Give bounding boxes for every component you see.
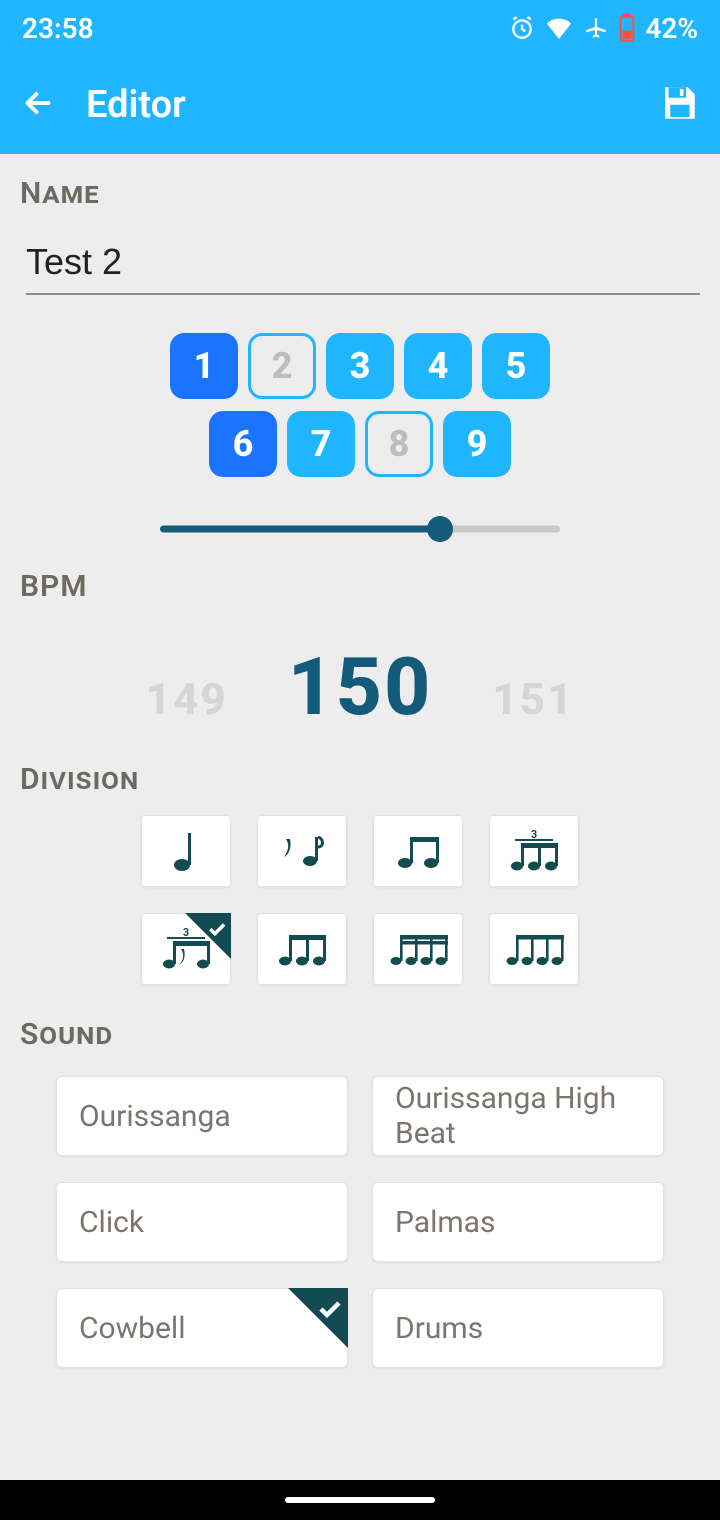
- bpm-prev: 149: [146, 673, 228, 725]
- four-sixteenths-b-icon: [502, 929, 566, 969]
- name-input[interactable]: [26, 235, 700, 295]
- sound-label: Drums: [395, 1311, 483, 1346]
- sound-option-palmas[interactable]: Palmas: [372, 1182, 664, 1262]
- sound-grid: Ourissanga Ourissanga High Beat Click Palma…: [20, 1076, 700, 1368]
- nav-pill[interactable]: [285, 1497, 435, 1503]
- app-bar: Editor: [0, 56, 720, 154]
- selected-check-icon: [185, 913, 231, 959]
- beats-selector: 12345 6789: [20, 333, 700, 477]
- beats-slider[interactable]: [160, 517, 560, 541]
- sound-option-ourissanga[interactable]: Ourissanga: [56, 1076, 348, 1156]
- sound-label: Cowbell: [79, 1311, 186, 1346]
- division-option-rest-eighth[interactable]: [257, 815, 347, 887]
- division-option-four-sixteenths-a[interactable]: [373, 913, 463, 985]
- selected-check-icon: [288, 1288, 348, 1348]
- beat-button-5[interactable]: 5: [482, 333, 550, 399]
- bpm-next: 151: [492, 673, 574, 725]
- three-eighths-icon: [273, 929, 331, 969]
- sound-label: Palmas: [395, 1205, 496, 1240]
- status-bar: 23:58 42%: [0, 0, 720, 56]
- back-button[interactable]: [20, 85, 56, 125]
- bpm-section-label: BPM: [20, 569, 700, 604]
- airplane-icon: [583, 15, 609, 41]
- battery-icon: [619, 14, 635, 42]
- status-battery: 42%: [645, 12, 698, 45]
- rest-eighth-icon: [280, 831, 324, 871]
- bpm-picker[interactable]: 149 150 151: [20, 640, 700, 734]
- sound-option-drums[interactable]: Drums: [372, 1288, 664, 1368]
- division-grid: 33: [20, 815, 700, 985]
- wifi-icon: [545, 17, 573, 39]
- beat-button-6[interactable]: 6: [209, 411, 277, 477]
- beat-button-7[interactable]: 7: [287, 411, 355, 477]
- beat-button-4[interactable]: 4: [404, 333, 472, 399]
- page-title: Editor: [86, 83, 628, 127]
- sound-option-click[interactable]: Click: [56, 1182, 348, 1262]
- status-icons: 42%: [509, 12, 698, 45]
- beat-button-8[interactable]: 8: [365, 411, 433, 477]
- arrow-left-icon: [20, 85, 56, 121]
- status-time: 23:58: [22, 12, 94, 45]
- save-button[interactable]: [658, 82, 700, 128]
- bpm-current: 150: [288, 640, 432, 734]
- sound-section-label: Sound: [20, 1017, 700, 1052]
- beat-button-3[interactable]: 3: [326, 333, 394, 399]
- four-sixteenths-a-icon: [386, 929, 450, 969]
- beat-button-2[interactable]: 2: [248, 333, 316, 399]
- beat-button-9[interactable]: 9: [443, 411, 511, 477]
- division-option-swing-triplet[interactable]: 3: [141, 913, 231, 985]
- division-option-triplet[interactable]: 3: [489, 815, 579, 887]
- sound-option-cowbell[interactable]: Cowbell: [56, 1288, 348, 1368]
- division-section-label: Division: [20, 762, 700, 797]
- save-icon: [658, 82, 700, 124]
- system-nav-bar: [0, 1480, 720, 1520]
- beat-button-1[interactable]: 1: [170, 333, 238, 399]
- sound-label: Ourissanga: [79, 1099, 231, 1134]
- division-option-three-eighths[interactable]: [257, 913, 347, 985]
- alarm-icon: [509, 15, 535, 41]
- sound-label: Click: [79, 1205, 144, 1240]
- slider-thumb[interactable]: [427, 516, 453, 542]
- sound-label: Ourissanga High Beat: [395, 1081, 641, 1151]
- division-option-quarter[interactable]: [141, 815, 231, 887]
- division-option-four-sixteenths-b[interactable]: [489, 913, 579, 985]
- quarter-icon: [171, 829, 201, 873]
- sound-option-ourissanga-high-beat[interactable]: Ourissanga High Beat: [372, 1076, 664, 1156]
- triplet-icon: 3: [505, 829, 563, 873]
- division-option-two-eighths[interactable]: [373, 815, 463, 887]
- name-section-label: Name: [20, 176, 700, 211]
- two-eighths-icon: [393, 831, 443, 871]
